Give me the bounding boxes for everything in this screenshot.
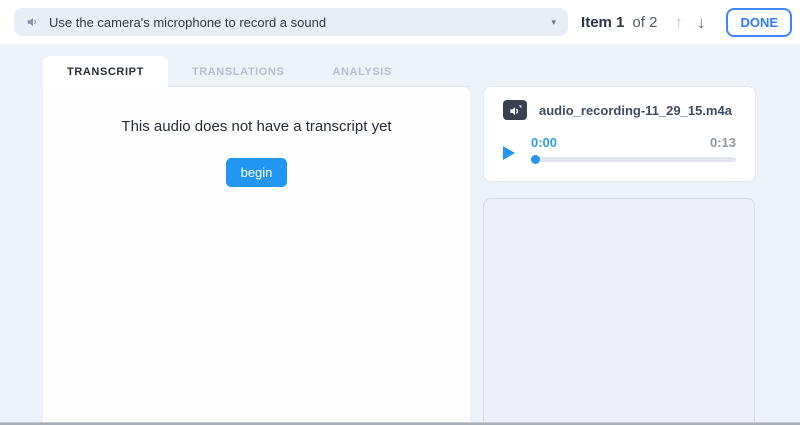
tab-translations[interactable]: TRANSLATIONS — [168, 56, 309, 87]
seek-handle[interactable] — [531, 155, 540, 164]
audio-timeline: 0:00 0:13 — [531, 135, 736, 162]
topbar: Use the camera's microphone to record a … — [0, 0, 800, 44]
next-item-button[interactable]: ↓ — [692, 10, 711, 35]
chevron-down-icon: ▾ — [551, 17, 556, 28]
screen: Use the camera's microphone to record a … — [0, 0, 800, 425]
tab-bar: TRANSCRIPT TRANSLATIONS ANALYSIS — [43, 56, 470, 87]
side-panel — [483, 198, 755, 425]
empty-transcript-message: This audio does not have a transcript ye… — [43, 118, 470, 135]
prev-item-button[interactable]: ↑ — [669, 10, 688, 35]
audio-card: audio_recording-11_29_15.m4a 0:00 0:13 — [483, 86, 756, 182]
audio-file-icon — [503, 100, 527, 120]
current-time: 0:00 — [531, 135, 557, 150]
prompt-select-value: Use the camera's microphone to record a … — [49, 15, 543, 30]
done-button[interactable]: DONE — [726, 8, 792, 37]
tab-analysis[interactable]: ANALYSIS — [308, 56, 415, 87]
audio-filename: audio_recording-11_29_15.m4a — [539, 103, 732, 118]
tab-transcript[interactable]: TRANSCRIPT — [43, 56, 168, 87]
audio-file-row: audio_recording-11_29_15.m4a — [503, 100, 736, 120]
total-duration: 0:13 — [710, 135, 736, 150]
speaker-icon — [26, 15, 40, 29]
transcript-panel: This audio does not have a transcript ye… — [43, 87, 470, 425]
item-number-label: Item 1 — [581, 14, 624, 31]
play-icon — [503, 146, 515, 160]
prompt-select[interactable]: Use the camera's microphone to record a … — [14, 8, 568, 36]
item-total-label: of 2 — [632, 14, 657, 31]
seek-bar[interactable] — [531, 157, 736, 162]
item-nav: Item 1 of 2 ↑ ↓ DONE — [581, 8, 792, 37]
begin-button[interactable]: begin — [226, 158, 288, 187]
play-button[interactable] — [503, 146, 515, 162]
audio-player: 0:00 0:13 — [503, 135, 736, 162]
